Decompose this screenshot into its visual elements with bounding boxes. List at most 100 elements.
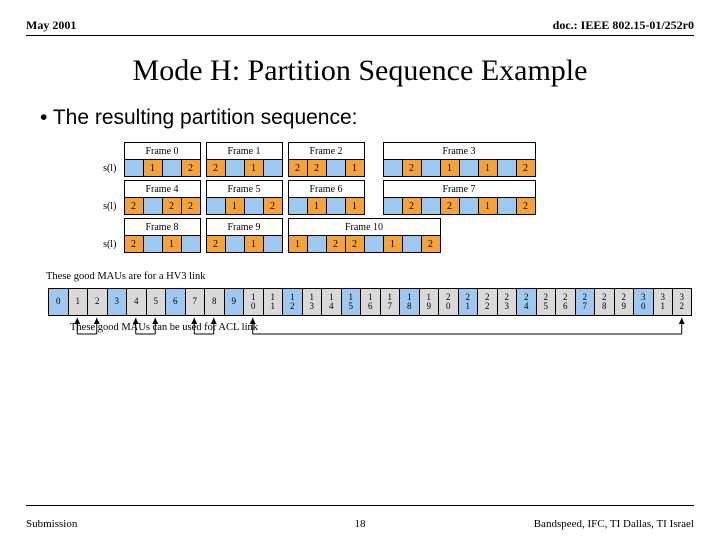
- slot-cell: 0: [48, 288, 68, 316]
- slot-cell: 29: [614, 288, 634, 316]
- slot-cell: 24: [516, 288, 536, 316]
- partition-cell: 1: [288, 236, 307, 253]
- slot-cell: 21: [458, 288, 478, 316]
- partition-cell: [225, 236, 244, 253]
- slot-cell: 15: [341, 288, 361, 316]
- partition-cell: 2: [307, 160, 326, 177]
- partition-cell: 2: [181, 160, 200, 177]
- slot-cell: 5: [146, 288, 166, 316]
- frame-header: Frame 3: [383, 143, 535, 160]
- partition-cell: [263, 160, 282, 177]
- partition-cell: [206, 198, 225, 215]
- row-label: s(l): [96, 160, 124, 177]
- partition-row: s(l)212112212: [96, 236, 535, 253]
- partition-cell: [162, 160, 181, 177]
- slot-cell: 8: [204, 288, 224, 316]
- slot-cell: 25: [536, 288, 556, 316]
- frame-header-row: Frame 0 Frame 1 Frame 2 Frame 3: [96, 143, 535, 160]
- partition-cell: [459, 198, 478, 215]
- partition-cell: [143, 236, 162, 253]
- slot-cell: 14: [321, 288, 341, 316]
- slot-cell: 17: [380, 288, 400, 316]
- slot-cell: 28: [594, 288, 614, 316]
- slot-cell: 13: [302, 288, 322, 316]
- partition-cell: 1: [383, 236, 402, 253]
- partition-cell: 1: [143, 160, 162, 177]
- partition-cell: 2: [181, 198, 200, 215]
- partition-row: s(l)22212112212: [96, 198, 535, 215]
- row-label: s(l): [96, 236, 124, 253]
- slot-cell: 3: [107, 288, 127, 316]
- partition-cell: [421, 198, 440, 215]
- bracket-arrows: [48, 316, 698, 356]
- frame-header: Frame 7: [383, 181, 535, 198]
- partition-cell: 2: [516, 160, 535, 177]
- footer: Submission Bandspeed, IFC, TI Dallas, TI…: [26, 518, 694, 530]
- slot-cell: 19: [419, 288, 439, 316]
- slot-cell: 27: [575, 288, 595, 316]
- slot-cell: 10: [243, 288, 263, 316]
- header-doc: doc.: IEEE 802.15-01/252r0: [553, 18, 694, 33]
- partition-cell: [326, 198, 345, 215]
- partition-cell: [288, 198, 307, 215]
- footer-right: Bandspeed, IFC, TI Dallas, TI Israel: [534, 518, 694, 530]
- frame-header: Frame 9: [206, 219, 282, 236]
- frame-header-row: Frame 4 Frame 5 Frame 6 Frame 7: [96, 181, 535, 198]
- partition-cell: 2: [516, 198, 535, 215]
- partition-cell: 1: [478, 198, 497, 215]
- slot-cell: 18: [399, 288, 419, 316]
- partition-cell: 2: [345, 236, 364, 253]
- page-title: Mode H: Partition Sequence Example: [26, 54, 694, 88]
- frame-header: Frame 1: [206, 143, 282, 160]
- slot-cell: 11: [263, 288, 283, 316]
- footer-rule: [26, 505, 694, 506]
- partition-cell: 1: [307, 198, 326, 215]
- frame-header: Frame 2: [288, 143, 364, 160]
- partition-cell: 1: [345, 160, 364, 177]
- partition-cell: 1: [440, 160, 459, 177]
- frame-header: Frame 5: [206, 181, 282, 198]
- partition-cell: [307, 236, 326, 253]
- partition-cell: 2: [162, 198, 181, 215]
- partition-cell: [143, 198, 162, 215]
- slot-cell: 4: [126, 288, 146, 316]
- partition-cell: 2: [263, 198, 282, 215]
- partition-cell: 2: [206, 236, 225, 253]
- frame-header: Frame 8: [124, 219, 200, 236]
- slot-cell: 6: [165, 288, 185, 316]
- partition-cell: 2: [421, 236, 440, 253]
- bullet-text: The resulting partition sequence:: [40, 106, 694, 130]
- slot-cell: 20: [438, 288, 458, 316]
- partition-cell: [364, 236, 383, 253]
- slot-cell: 12: [282, 288, 302, 316]
- slot-cell: 23: [497, 288, 517, 316]
- slot-cell: 7: [185, 288, 205, 316]
- partition-cell: 2: [288, 160, 307, 177]
- slot-cell: 2: [87, 288, 107, 316]
- partition-cell: [383, 198, 402, 215]
- partition-cell: 1: [162, 236, 181, 253]
- slot-cell: 9: [224, 288, 244, 316]
- partition-cell: [497, 160, 516, 177]
- slot-cell: 32: [672, 288, 692, 316]
- partition-cell: 2: [402, 198, 421, 215]
- partition-cell: 1: [345, 198, 364, 215]
- partition-cell: [124, 160, 143, 177]
- partition-cell: [421, 160, 440, 177]
- partition-cell: [225, 160, 244, 177]
- frame-header: Frame 4: [124, 181, 200, 198]
- partition-cell: 2: [124, 236, 143, 253]
- partition-cell: [181, 236, 200, 253]
- partition-cell: [326, 160, 345, 177]
- partition-cell: 2: [206, 160, 225, 177]
- header: May 2001 doc.: IEEE 802.15-01/252r0: [26, 18, 694, 33]
- partition-cell: 2: [440, 198, 459, 215]
- frame-header: Frame 10: [288, 219, 440, 236]
- partition-cell: 1: [478, 160, 497, 177]
- frame-header: Frame 0: [124, 143, 200, 160]
- partition-cell: 1: [244, 236, 263, 253]
- slot-cell: 16: [360, 288, 380, 316]
- slot-cell: 31: [653, 288, 673, 316]
- slot-cell: 26: [555, 288, 575, 316]
- frame-header: Frame 6: [288, 181, 364, 198]
